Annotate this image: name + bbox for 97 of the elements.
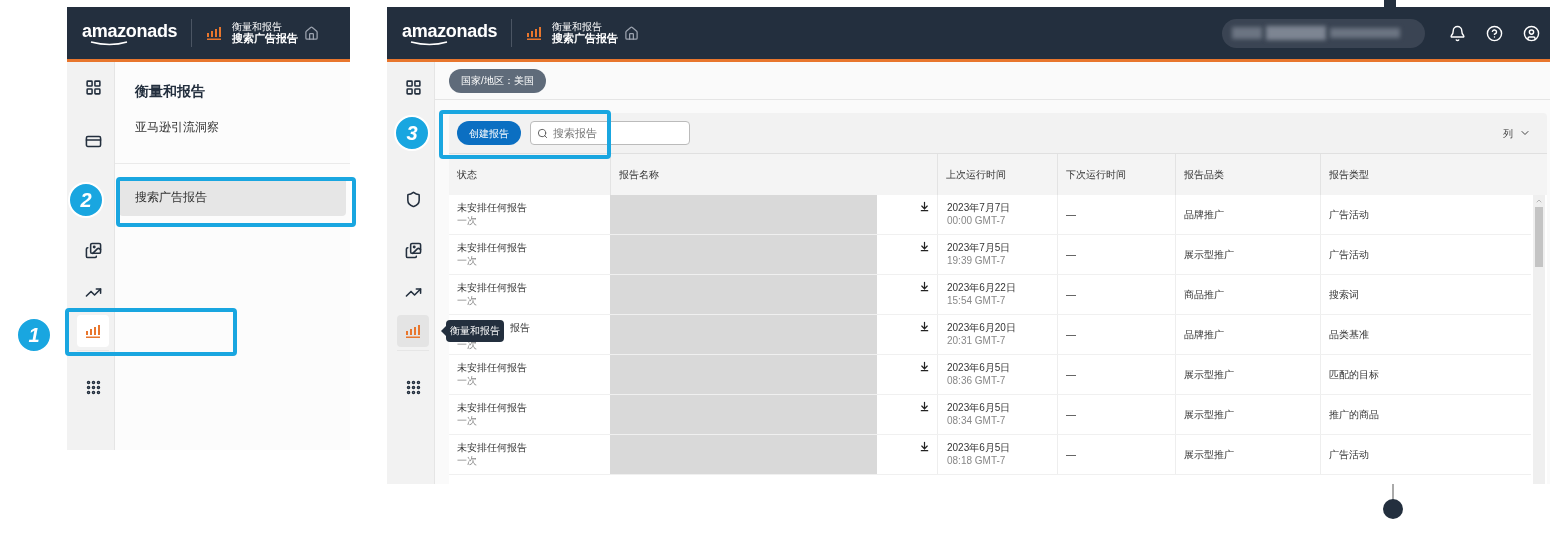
category-text: 品牌推广 <box>1184 329 1224 340</box>
status-text: 未安排任何报告 <box>457 201 527 214</box>
report-type-text: 广告活动 <box>1329 249 1369 260</box>
category-text: 展示型推广 <box>1184 409 1234 420</box>
columns-dropdown[interactable]: 列 <box>1503 125 1531 141</box>
notification-bell-icon[interactable] <box>1449 24 1466 42</box>
category-text: 品牌推广 <box>1184 209 1224 220</box>
bar-chart-icon <box>85 324 101 338</box>
last-run-time: 20:31 GMT-7 <box>947 334 1006 347</box>
apps-grid-icon[interactable] <box>84 378 102 396</box>
last-run-date: 2023年6月5日 <box>947 361 1011 374</box>
status-text: 未安排任何报告 <box>457 361 527 374</box>
user-profile-icon[interactable] <box>1523 24 1540 42</box>
last-run-date: 2023年6月5日 <box>947 401 1011 414</box>
country-filter-chip[interactable]: 国家/地区：美国 <box>449 68 546 93</box>
blurred-account-selector[interactable] <box>1222 18 1425 48</box>
shield-icon[interactable] <box>404 190 422 208</box>
category-text: 展示型推广 <box>1184 449 1234 460</box>
column-header[interactable]: 上次运行时间 <box>946 167 1006 182</box>
next-run-text: — <box>1066 289 1076 300</box>
scrollbar-thumb[interactable] <box>1535 207 1543 267</box>
report-type-text: 广告活动 <box>1329 209 1369 220</box>
next-run-text: — <box>1066 369 1076 380</box>
download-icon[interactable] <box>919 321 930 332</box>
next-run-text: — <box>1066 209 1076 220</box>
category-text: 商品推广 <box>1184 289 1224 300</box>
column-header[interactable]: 下次运行时间 <box>1066 167 1126 182</box>
last-run-date: 2023年7月5日 <box>947 241 1011 254</box>
last-run-date: 2023年6月5日 <box>947 441 1011 454</box>
report-type-text: 搜索词 <box>1329 289 1359 300</box>
report-type-text: 匹配的目标 <box>1329 369 1379 380</box>
download-icon[interactable] <box>919 401 930 412</box>
help-icon[interactable] <box>1486 24 1503 42</box>
home-icon[interactable] <box>624 25 640 41</box>
column-header[interactable]: 报告类型 <box>1329 167 1369 182</box>
last-run-date: 2023年6月20日 <box>947 321 1016 334</box>
status-text: 未安排任何报告 <box>457 281 527 294</box>
pin-marker <box>1383 484 1403 520</box>
column-header[interactable]: 报告品类 <box>1184 167 1224 182</box>
category-text: 展示型推广 <box>1184 369 1234 380</box>
next-run-text: — <box>1066 249 1076 260</box>
search-input[interactable]: 搜索报告 <box>553 124 673 142</box>
breadcrumb-current: 搜索广告报告 <box>232 32 299 45</box>
download-icon[interactable] <box>919 281 930 292</box>
submenu-title: 衡量和报告 <box>134 82 206 101</box>
category-text: 展示型推广 <box>1184 249 1234 260</box>
frequency-text: 一次 <box>457 294 477 307</box>
bar-chart-icon <box>405 324 421 338</box>
frequency-text: 一次 <box>457 374 477 387</box>
last-run-date: 2023年7月7日 <box>947 201 1011 214</box>
download-icon[interactable] <box>919 241 930 252</box>
logo[interactable]: amazonads <box>402 20 498 41</box>
frequency-text: 一次 <box>457 414 477 427</box>
last-run-time: 00:00 GMT-7 <box>947 214 1006 227</box>
tooltip: 衡量和报告 <box>441 320 504 342</box>
last-run-time: 08:18 GMT-7 <box>947 454 1006 467</box>
create-report-button[interactable]: 创建报告 <box>457 121 521 145</box>
report-type-text: 品类基准 <box>1329 329 1369 340</box>
download-icon[interactable] <box>919 201 930 212</box>
column-header[interactable]: 报告名称 <box>619 167 659 182</box>
frequency-text: 一次 <box>457 454 477 467</box>
next-run-text: — <box>1066 409 1076 420</box>
bar-chart-icon <box>526 26 543 40</box>
download-icon[interactable] <box>919 441 930 452</box>
step-badge: 1 <box>16 317 52 353</box>
last-run-time: 08:34 GMT-7 <box>947 414 1006 427</box>
last-run-time: 15:54 GMT-7 <box>947 294 1006 307</box>
bar-chart-icon <box>206 26 223 40</box>
search-field[interactable]: 搜索报告 <box>530 121 690 145</box>
breadcrumb-current: 搜索广告报告 <box>552 32 619 45</box>
dashboard-icon[interactable] <box>84 78 102 96</box>
report-type-text: 推广的商品 <box>1329 409 1379 420</box>
column-header[interactable]: 状态 <box>457 167 477 182</box>
status-text: 未安排任何报告 <box>457 241 527 254</box>
breadcrumb-parent[interactable]: 衡量和报告 <box>232 21 299 32</box>
gallery-icon[interactable] <box>404 241 422 259</box>
apps-grid-icon[interactable] <box>404 378 422 396</box>
status-text: 未安排任何报告 <box>457 401 527 414</box>
last-run-time: 19:39 GMT-7 <box>947 254 1006 267</box>
home-icon[interactable] <box>304 25 320 41</box>
next-run-text: — <box>1066 449 1076 460</box>
report-type-text: 广告活动 <box>1329 449 1369 460</box>
next-run-text: — <box>1066 329 1076 340</box>
logo[interactable]: amazonads <box>82 20 178 41</box>
status-text: 报告 <box>510 321 531 334</box>
dashboard-icon[interactable] <box>404 78 422 96</box>
scrollbar[interactable] <box>1533 195 1545 484</box>
search-icon <box>537 127 548 139</box>
submenu-item[interactable]: 亚马逊引流洞察 <box>119 116 346 155</box>
last-run-time: 08:36 GMT-7 <box>947 374 1006 387</box>
gallery-icon[interactable] <box>84 241 102 259</box>
frequency-text: 一次 <box>457 214 477 227</box>
breadcrumb-parent[interactable]: 衡量和报告 <box>552 21 619 32</box>
status-text: 未安排任何报告 <box>457 441 527 454</box>
last-run-date: 2023年6月22日 <box>947 281 1016 294</box>
download-icon[interactable] <box>919 361 930 372</box>
frequency-text: 一次 <box>457 254 477 267</box>
